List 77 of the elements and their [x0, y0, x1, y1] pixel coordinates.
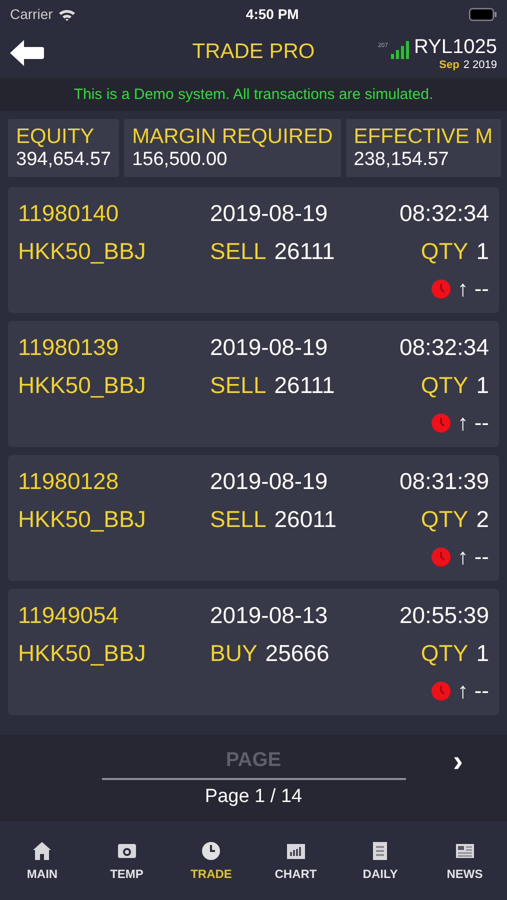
page-heading: PAGE: [226, 749, 282, 772]
order-time: 08:32:34: [399, 199, 489, 228]
summary-label: MARGIN REQUIRED: [132, 125, 333, 149]
order-id: 11980140: [18, 199, 120, 228]
date-month: Sep: [439, 58, 460, 70]
back-button[interactable]: [10, 40, 44, 66]
tab-item[interactable]: DAILY: [338, 821, 422, 900]
order-symbol: HKK50_BBJ: [18, 237, 147, 266]
order-date: 2019-08-19: [210, 467, 329, 496]
order-symbol: HKK50_BBJ: [18, 371, 147, 400]
profit-value: --: [474, 275, 489, 303]
direction-arrow: ↑: [457, 275, 468, 303]
quantity-value: 2: [476, 505, 489, 534]
order-side: SELL: [210, 371, 266, 400]
order-side: BUY: [210, 639, 258, 668]
order-date: 2019-08-13: [210, 601, 329, 630]
summary-value: 394,654.57: [16, 149, 112, 171]
order-symbol: HKK50_BBJ: [18, 505, 147, 534]
account-id: RYL1025: [414, 36, 497, 58]
order-price: 26111: [274, 237, 336, 266]
order-side: SELL: [210, 237, 266, 266]
direction-arrow: ↑: [457, 409, 468, 437]
tab-item[interactable]: TEMP: [84, 821, 169, 900]
order-time: 20:55:39: [399, 601, 489, 630]
order-side: SELL: [210, 505, 266, 534]
order-symbol: HKK50_BBJ: [18, 639, 147, 668]
back-arrow-icon: [10, 40, 44, 66]
order-id: 11980128: [18, 467, 120, 496]
order-time: 08:31:39: [399, 467, 489, 496]
summary-value: 238,154.57: [354, 149, 450, 171]
tab-item[interactable]: TRADE: [169, 821, 254, 900]
order-card[interactable]: 11980139 2019-08-19 08:32:34 HKK50_BBJ SELL 26111 QTY 1 ↑ --: [8, 321, 499, 447]
profit-value: --: [474, 543, 489, 571]
tab-item[interactable]: CHART: [254, 821, 338, 900]
demo-notice: This is a Demo system. All transactions are simulated.: [0, 78, 507, 111]
order-price: 26111: [274, 371, 336, 400]
order-price: 25666: [265, 639, 330, 668]
clock-time: 4:50 PM: [246, 6, 299, 22]
order-card[interactable]: 11980128 2019-08-19 08:31:39 HKK50_BBJ SELL 26011 QTY 2 ↑ --: [8, 455, 499, 581]
order-id: 11980139: [18, 333, 120, 362]
clock-icon: [431, 547, 452, 567]
order-price: 26011: [274, 505, 338, 534]
carrier-name: Carrier: [10, 6, 53, 22]
page-indicator: Page 1 / 14: [204, 786, 302, 808]
date-day-year: 2 2019: [463, 58, 497, 70]
quantity-value: 1: [476, 237, 489, 266]
tab-item[interactable]: NEWS: [422, 821, 507, 900]
order-card[interactable]: 11980140 2019-08-19 08:32:34 HKK50_BBJ SELL 26111 QTY 1 ↑ --: [8, 187, 499, 313]
profit-value: --: [474, 409, 489, 437]
quantity-value: 1: [476, 371, 489, 400]
clock-icon: [431, 413, 452, 433]
direction-arrow: ↑: [457, 543, 468, 571]
quantity-label: QTY: [420, 237, 468, 266]
summary-label: EFFECTIVE M: [354, 125, 493, 149]
app-title: TRADE PRO: [192, 40, 315, 64]
quantity-label: QTY: [420, 371, 468, 400]
summary-label: EQUITY: [16, 125, 96, 149]
order-card[interactable]: 11949054 2019-08-13 20:55:39 HKK50_BBJ BUY 25666 QTY 1 ↑ --: [8, 589, 499, 715]
quantity-label: QTY: [420, 505, 468, 534]
order-time: 08:32:34: [399, 333, 489, 362]
order-id: 11949054: [18, 601, 120, 630]
quantity-label: QTY: [420, 639, 468, 668]
signal-icon: [390, 40, 411, 58]
clock-icon: [431, 279, 452, 299]
next-page-button[interactable]: ›: [449, 747, 467, 777]
order-date: 2019-08-19: [210, 333, 329, 362]
profit-value: --: [474, 677, 489, 705]
direction-arrow: ↑: [457, 677, 468, 705]
quantity-value: 1: [476, 639, 489, 668]
tab-item[interactable]: MAIN: [0, 821, 84, 900]
clock-icon: [201, 840, 222, 860]
house-icon: [32, 840, 52, 860]
clock-icon: [431, 681, 452, 701]
order-date: 2019-08-19: [210, 199, 329, 228]
battery-icon: [468, 8, 497, 20]
summary-value: 156,500.00: [132, 149, 228, 171]
wifi-icon: [58, 8, 76, 20]
